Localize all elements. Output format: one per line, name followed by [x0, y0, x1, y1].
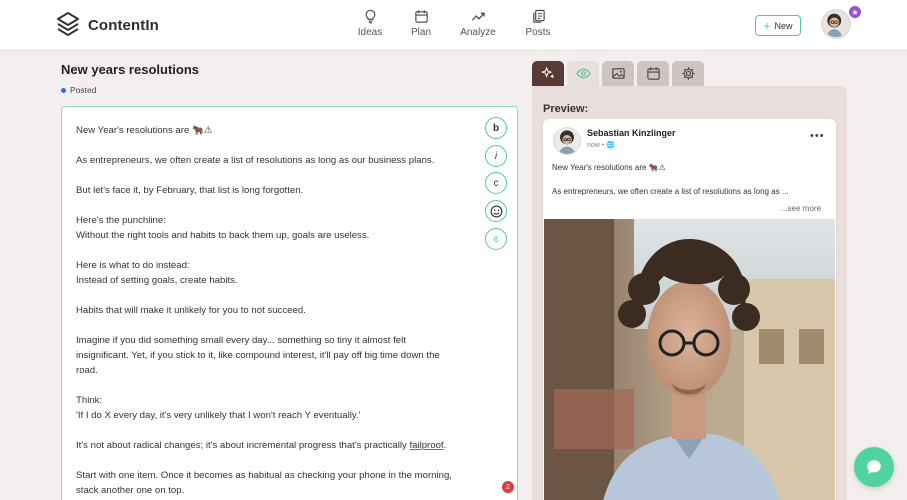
sparkles-icon — [540, 66, 555, 79]
tab-settings[interactable] — [672, 61, 704, 86]
gear-icon — [681, 67, 695, 80]
see-more-link[interactable]: ...see more — [781, 204, 821, 213]
error-count-badge[interactable]: 2 — [502, 481, 514, 493]
new-button[interactable]: + New — [755, 15, 801, 36]
bold-button[interactable]: b — [485, 117, 507, 139]
nav-posts[interactable]: Posts — [510, 9, 566, 38]
portrait-photo — [544, 219, 835, 500]
calendar-icon — [646, 67, 660, 80]
globe-icon: 🌐 — [606, 142, 615, 149]
editor-line: Habits that will make it unlikely for yo… — [76, 305, 306, 316]
eye-icon — [575, 68, 591, 79]
editor-line: road. — [76, 365, 98, 376]
editor-line: Start with one item. Once it becomes as … — [76, 470, 452, 481]
tab-media[interactable] — [602, 61, 634, 86]
editor-line: Here is what to do instead: — [76, 260, 190, 271]
user-face-icon — [826, 13, 843, 37]
editor-line: Instead of setting goals, create habits. — [76, 275, 238, 286]
chat-bubble-icon — [867, 460, 881, 474]
plus-icon: + — [763, 18, 771, 33]
editor-line: Think: — [76, 395, 103, 406]
preview-panel: Preview: Sebastian Kinzlinger now • 🌐 ••… — [532, 86, 847, 500]
copy-button[interactable]: c — [485, 172, 507, 194]
user-avatar[interactable] — [821, 9, 851, 39]
editor-line: New Year's resolutions are 🐂⚠ — [76, 125, 213, 136]
new-button-label: New — [774, 20, 793, 31]
editor-text[interactable]: New Year's resolutions are 🐂⚠ As entrepr… — [76, 123, 476, 498]
calendar-icon — [414, 10, 428, 23]
character-count-button[interactable]: 6 — [485, 228, 507, 250]
chat-button[interactable] — [854, 447, 894, 487]
preview-label: Preview: — [543, 103, 589, 115]
post-image — [544, 219, 835, 500]
author-name: Sebastian Kinzlinger — [587, 128, 676, 138]
tab-ai[interactable] — [532, 61, 564, 86]
editor-line: As entrepreneurs, we often create a list… — [76, 155, 435, 166]
editor-line: It's not about radical changes; it's abo… — [76, 438, 476, 453]
nav-analyze[interactable]: Analyze — [450, 9, 506, 38]
nav-posts-label: Posts — [525, 27, 551, 38]
smiley-icon — [490, 205, 502, 217]
post-title: New years resolutions — [61, 62, 199, 77]
user-face-icon — [558, 130, 576, 154]
nav-plan-label: Plan — [410, 27, 431, 38]
editor-line: But let's face it, by February, that lis… — [76, 185, 304, 196]
nav-ideas-label: Ideas — [357, 27, 383, 38]
status-label: Posted — [70, 85, 97, 95]
more-options-icon[interactable]: ••• — [810, 131, 825, 142]
italic-button[interactable]: i — [485, 145, 507, 167]
editor-line: insignificant. Yet, if you stick to it, … — [76, 350, 440, 361]
post-meta-text: now • — [587, 142, 607, 149]
nav-analyze-label: Analyze — [460, 27, 496, 38]
image-icon — [611, 68, 625, 79]
editor-line-part: . — [443, 440, 447, 451]
spelling-error-word[interactable]: failproof — [409, 440, 443, 451]
panel-tabs — [532, 61, 707, 86]
trend-up-icon — [471, 12, 485, 21]
top-bar: ContentIn Ideas Plan Analyze Posts + New — [0, 0, 907, 51]
preview-line: New Year's resolutions are 🐂⚠ — [552, 163, 666, 172]
author-avatar — [553, 127, 581, 155]
star-badge-icon: ★ — [848, 5, 862, 19]
linkedin-preview-card: Sebastian Kinzlinger now • 🌐 ••• New Yea… — [543, 119, 836, 500]
editor-line: 'If I do X every day, it's very unlikely… — [76, 410, 361, 421]
tab-preview[interactable] — [567, 61, 599, 86]
documents-icon — [532, 9, 545, 23]
nav-plan[interactable]: Plan — [393, 9, 449, 38]
lightbulb-icon — [365, 9, 375, 24]
post-editor[interactable]: New Year's resolutions are 🐂⚠ As entrepr… — [61, 106, 518, 500]
emoji-button[interactable] — [485, 200, 507, 222]
tab-schedule[interactable] — [637, 61, 669, 86]
editor-line: Without the right tools and habits to ba… — [76, 230, 370, 241]
editor-line: Imagine if you did something small every… — [76, 335, 406, 346]
preview-line: As entrepreneurs, we often create a list… — [552, 187, 789, 196]
status-dot — [61, 87, 66, 93]
editor-line-part: It's not about radical changes; it's abo… — [76, 440, 410, 451]
editor-line: Here's the punchline: — [76, 215, 166, 226]
post-meta: now • 🌐 — [587, 141, 615, 149]
post-status: Posted — [61, 85, 96, 95]
nav-ideas[interactable]: Ideas — [342, 9, 398, 38]
editor-line: stack another one on top. — [76, 485, 185, 496]
